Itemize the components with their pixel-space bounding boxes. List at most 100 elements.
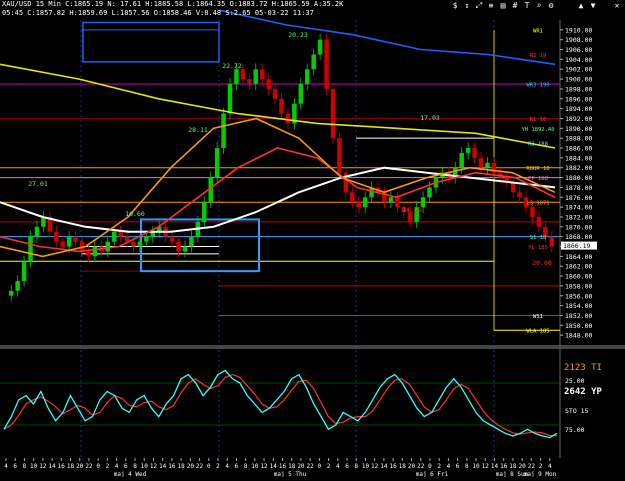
time-tick-label: 22 [417,463,425,470]
chart-icon[interactable]: ▤ [498,1,508,11]
stoch-name: STO 15 [565,407,589,415]
down-icon[interactable]: ▼ [588,1,598,11]
price-annotation: 22.72 [222,62,242,70]
candle-body [8,290,14,296]
time-tick-label: 14 [48,463,56,470]
time-tick-label: 0 [428,463,432,470]
level-label: WS1 [533,314,543,320]
moving-average-line [0,147,556,253]
time-tick-label: 10 [141,463,149,470]
candle-body [182,246,188,252]
candle-body [465,148,471,153]
price-tick-label: 1868.00 [565,233,592,241]
time-tick-label: 18 [288,463,296,470]
expand-icon[interactable]: ⤢ [474,1,484,11]
time-tick-label: 0 [318,463,322,470]
time-tick-label: 16 [389,463,397,470]
price-tick-label: 1880.00 [565,174,592,182]
candle-body [549,236,555,247]
up-icon[interactable]: ▲ [576,1,586,11]
price-tick-label: 1878.00 [565,184,592,192]
price-tick-label: 1870.00 [565,223,592,231]
price-tick-label: 1886.00 [565,145,592,153]
zoom-icon[interactable]: ⌕ [534,1,544,11]
price-tick-label: 1910.00 [565,26,592,34]
level-label: WR3 190 [526,83,549,89]
candle-body [362,197,368,208]
candle-body [189,236,194,247]
level-label: YL 185 [528,245,548,251]
candle-body [111,231,117,242]
time-tick-label: 10 [472,463,480,470]
candle-body [176,241,181,252]
candle-body [105,241,110,252]
price-tick-label: 1904.00 [565,56,592,64]
time-tick-label: 6 [235,463,239,470]
candle-body [137,241,143,247]
moving-average-line [0,63,556,149]
candle-body [298,84,304,104]
candle-body [536,216,542,227]
time-tick-label: 4 [336,463,340,470]
time-tick-label: 12 [371,463,379,470]
level-label: WLA 185 [526,329,549,335]
close-icon[interactable]: ✕ [612,1,622,11]
candle-body [317,39,323,55]
time-tick-label: 14 [159,463,167,470]
level-label: WR1 [533,28,543,34]
time-tick-label: 12 [260,463,268,470]
stoch-tick-label: 75.00 [565,426,585,434]
candle-body [388,197,394,203]
time-tick-label: 0 [207,463,211,470]
time-tick-label: 10 [30,463,38,470]
candle-body [131,241,136,247]
candle-body [253,69,259,85]
candle-body [221,113,226,149]
candle-body [214,148,220,178]
time-tick-label: 14 [270,463,278,470]
price-tick-label: 1874.00 [565,204,592,212]
text-icon[interactable]: T [522,1,532,11]
level-label: R1 18 [530,117,547,123]
grid-icon[interactable]: # [510,1,520,11]
time-tick-label: 2 [216,463,220,470]
settings-icon[interactable]: ⚙ [546,1,556,11]
time-tick-label: 8 [244,463,248,470]
price-tick-label: 1858.00 [565,282,592,290]
candle-body [266,79,271,89]
day-label: maj 5 Thu [274,471,307,477]
candle-body [144,236,149,242]
time-tick-label: 2 [327,463,331,470]
price-tick-label: 1862.00 [565,263,592,271]
candle-body [478,157,484,168]
candle-body [54,231,59,242]
level-label: ROUR 18 [526,166,549,172]
time-tick-label: 2 [539,463,543,470]
chart-canvas: 1910.00 1908.00 1906.00 1904.00 1902.00 1900.… [0,9,625,478]
stoch-label-yp: 2642 YP [564,387,603,397]
time-tick-label: 12 [39,463,47,470]
time-tick-label: 18 [177,463,185,470]
time-tick-label: 8 [133,463,137,470]
time-tick-label: 6 [13,463,17,470]
list-icon[interactable]: ≡ [486,1,496,11]
candle-body [330,88,336,139]
price-annotation: 28.11 [188,126,208,134]
level-label: S1 18 [530,235,547,241]
price-annotation: 10.60 [125,210,145,218]
candle-body [285,113,291,124]
time-tick-label: 4 [4,463,8,470]
dollar-icon[interactable]: $ [450,1,460,11]
candle-body [272,88,278,99]
candle-body [227,84,233,114]
candle-body [485,162,490,168]
price-annotation: 17.03 [420,114,440,122]
arrow-icon[interactable]: ↕ [462,1,472,11]
time-tick-label: 2 [106,463,110,470]
candle-body [324,39,329,89]
candle-body [279,98,284,114]
level-label: R2 19 [530,53,547,59]
price-tick-label: 1848.00 [565,332,592,340]
chart-area[interactable]: 1910.00 1908.00 1906.00 1904.00 1902.00 1900.… [0,0,625,478]
time-tick-label: 18 [399,463,407,470]
